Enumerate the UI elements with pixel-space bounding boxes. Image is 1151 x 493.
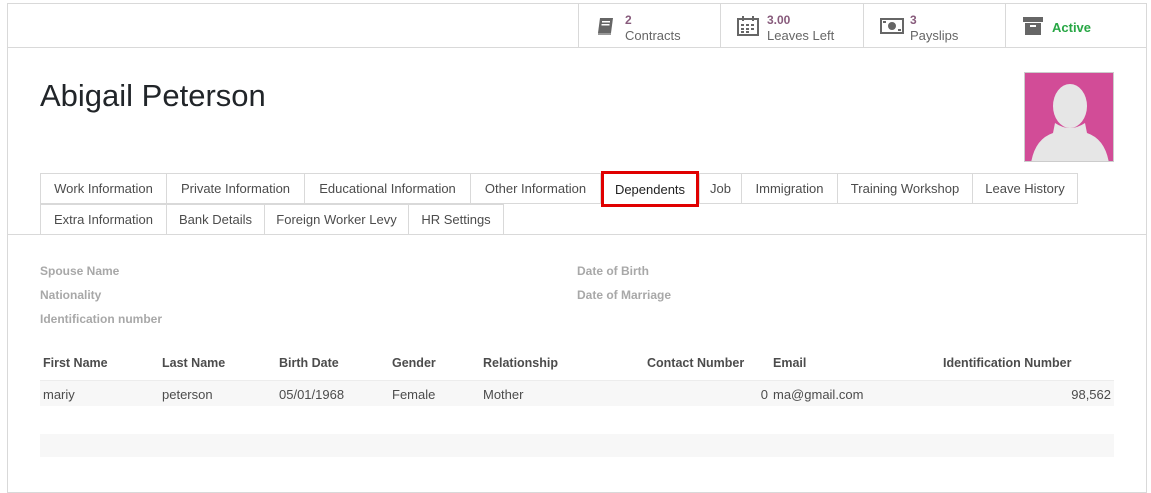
leaves-label: Leaves Left bbox=[767, 28, 835, 43]
active-label: Active bbox=[1052, 20, 1092, 35]
archive-icon bbox=[1022, 16, 1044, 36]
tab-leave-history[interactable]: Leave History bbox=[972, 173, 1078, 204]
tab-bank-details[interactable]: Bank Details bbox=[166, 204, 265, 235]
tabs-divider bbox=[8, 234, 1146, 235]
tab-hr-settings[interactable]: HR Settings bbox=[408, 204, 504, 235]
cell-contact-number: 0 bbox=[760, 387, 768, 402]
tab-dependents[interactable]: Dependents bbox=[601, 171, 699, 207]
contracts-label: Contracts bbox=[625, 28, 681, 43]
leaves-count: 3.00 bbox=[767, 13, 791, 27]
active-toggle-button[interactable]: Active bbox=[1005, 4, 1148, 48]
cell-relationship: Mother bbox=[483, 387, 524, 402]
employee-name: Abigail Peterson bbox=[40, 78, 266, 113]
col-contact-number[interactable]: Contact Number bbox=[647, 356, 744, 370]
col-birth-date[interactable]: Birth Date bbox=[279, 356, 339, 370]
col-relationship[interactable]: Relationship bbox=[483, 356, 558, 370]
cell-last-name: peterson bbox=[162, 387, 213, 402]
col-first-name[interactable]: First Name bbox=[43, 356, 108, 370]
col-last-name[interactable]: Last Name bbox=[162, 356, 225, 370]
book-icon bbox=[595, 16, 617, 36]
nationality-label: Nationality bbox=[40, 288, 102, 302]
contracts-count: 2 bbox=[625, 13, 632, 27]
contracts-button[interactable]: 2 Contracts bbox=[578, 4, 720, 48]
tab-immigration[interactable]: Immigration bbox=[741, 173, 838, 204]
leaves-button[interactable]: 3.00 Leaves Left bbox=[720, 4, 863, 48]
smart-button-box: 2 Contracts 3.00 Leaves Left 3 Payslips bbox=[8, 4, 1146, 48]
identification-number-label: Identification number bbox=[40, 312, 163, 326]
cell-birth-date: 05/01/1968 bbox=[279, 387, 345, 402]
col-identification-number[interactable]: Identification Number bbox=[943, 356, 1071, 370]
money-icon bbox=[880, 16, 904, 36]
tab-work-information[interactable]: Work Information bbox=[40, 173, 167, 204]
payslips-count: 3 bbox=[910, 13, 917, 27]
cell-identification-number: 98,562 bbox=[1071, 387, 1111, 402]
tab-job[interactable]: Job bbox=[699, 173, 742, 204]
date-of-birth-label: Date of Birth bbox=[577, 264, 649, 278]
col-email[interactable]: Email bbox=[773, 356, 806, 370]
date-of-marriage-label: Date of Marriage bbox=[577, 288, 672, 302]
payslips-label: Payslips bbox=[910, 28, 959, 43]
table-empty-row bbox=[40, 434, 1114, 457]
cell-email: ma@gmail.com bbox=[773, 387, 864, 402]
tab-educational-information[interactable]: Educational Information bbox=[304, 173, 471, 204]
tab-other-information[interactable]: Other Information bbox=[470, 173, 601, 204]
employee-form-sheet: 2 Contracts 3.00 Leaves Left 3 Payslips bbox=[7, 3, 1147, 493]
tab-training-workshop[interactable]: Training Workshop bbox=[837, 173, 973, 204]
tab-foreign-worker-levy[interactable]: Foreign Worker Levy bbox=[264, 204, 409, 235]
cell-first-name: mariy bbox=[43, 387, 75, 402]
payslips-button[interactable]: 3 Payslips bbox=[863, 4, 1005, 48]
cell-gender: Female bbox=[392, 387, 436, 402]
spouse-name-label: Spouse Name bbox=[40, 264, 120, 278]
col-gender[interactable]: Gender bbox=[392, 356, 436, 370]
tab-extra-information[interactable]: Extra Information bbox=[40, 204, 167, 235]
tab-private-information[interactable]: Private Information bbox=[166, 173, 305, 204]
employee-avatar[interactable] bbox=[1024, 72, 1114, 162]
calendar-icon bbox=[737, 16, 759, 36]
table-row[interactable]: mariy peterson 05/01/1968 Female Mother … bbox=[40, 381, 1114, 406]
avatar-placeholder-icon bbox=[1031, 84, 1109, 161]
